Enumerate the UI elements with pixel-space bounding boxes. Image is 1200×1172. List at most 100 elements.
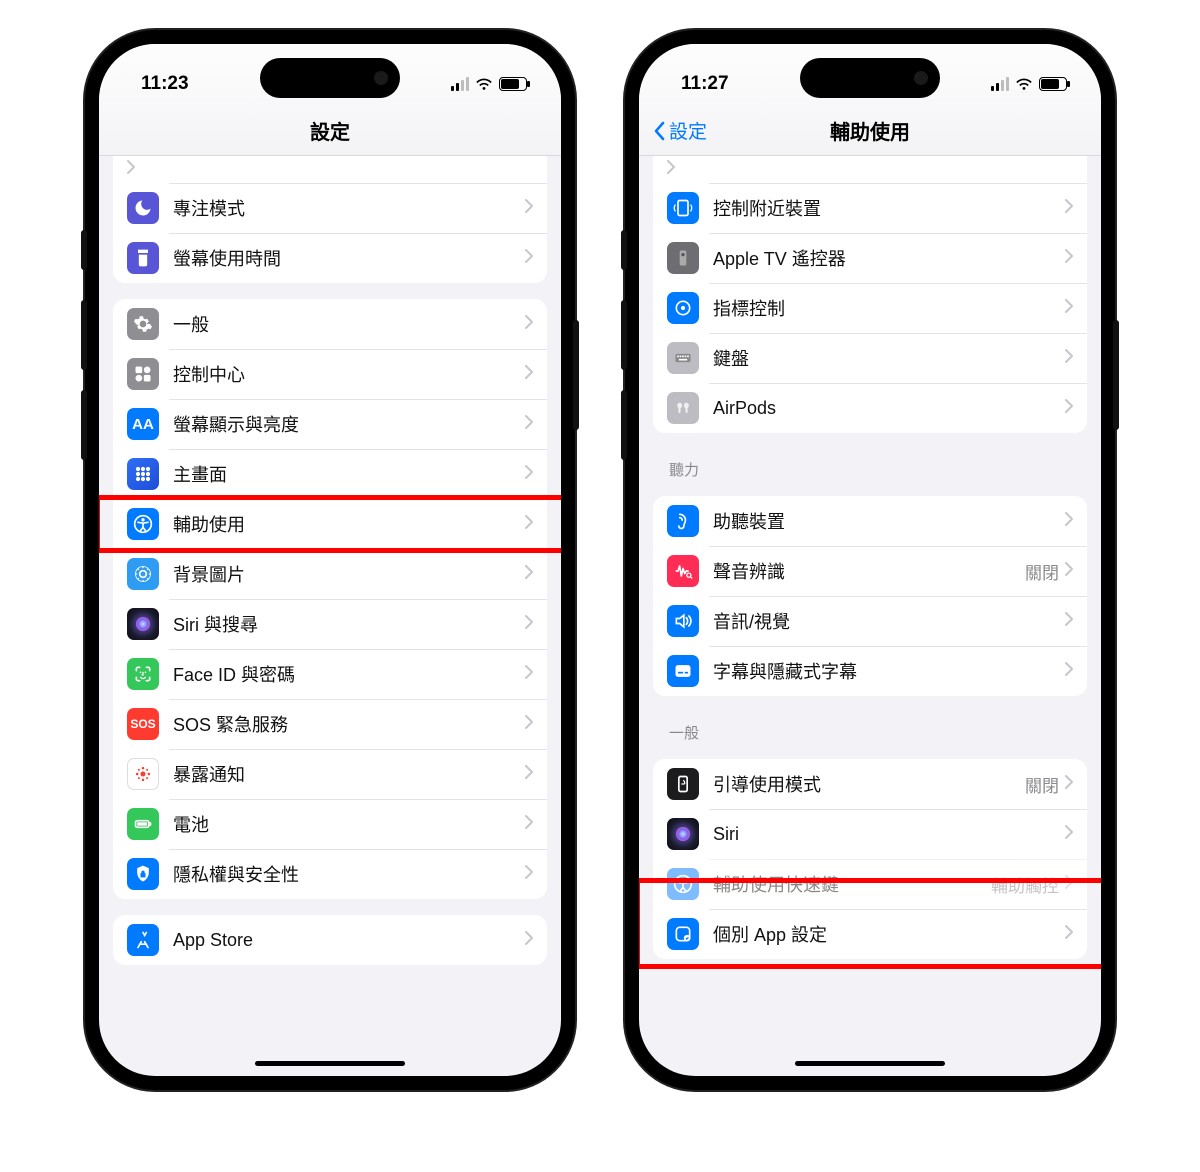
control-center-icon — [127, 358, 159, 390]
partial-row[interactable] — [113, 156, 547, 183]
exposure-icon — [127, 758, 159, 790]
sound-recog-icon — [667, 555, 699, 587]
siri-icon — [667, 818, 699, 850]
chevron-right-icon — [1065, 562, 1073, 581]
hearing-icon — [667, 505, 699, 537]
settings-row[interactable]: 隱私權與安全性 — [113, 849, 547, 899]
settings-row[interactable]: 音訊/視覺 — [653, 596, 1087, 646]
chevron-right-icon — [1065, 199, 1073, 218]
row-label: 暴露通知 — [173, 761, 525, 787]
chevron-right-icon — [1065, 512, 1073, 531]
settings-group: 助聽裝置聲音辨識關閉音訊/視覺字幕與隱藏式字幕 — [653, 496, 1087, 696]
row-label: 輔助使用快速鍵 — [713, 871, 991, 897]
dynamic-island — [800, 58, 940, 98]
row-value: 關閉 — [1025, 559, 1059, 584]
settings-group: 引導使用模式關閉 Siri 輔助使用快速鍵輔助觸控個別 App 設定 — [653, 759, 1087, 959]
row-label: 專注模式 — [173, 195, 525, 221]
chevron-right-icon — [1065, 299, 1073, 318]
section-header: 聽力 — [669, 459, 1071, 480]
chevron-right-icon — [525, 199, 533, 218]
chevron-right-icon — [1065, 612, 1073, 631]
chevron-right-icon — [1065, 249, 1073, 268]
settings-row[interactable]: 字幕與隱藏式字幕 — [653, 646, 1087, 696]
settings-row[interactable]: Apple TV 遙控器 — [653, 233, 1087, 283]
appletv-icon — [667, 242, 699, 274]
chevron-right-icon — [127, 160, 135, 179]
chevron-right-icon — [525, 315, 533, 334]
wifi-icon — [475, 77, 493, 91]
settings-group: App Store — [113, 915, 547, 965]
chevron-right-icon — [1065, 399, 1073, 418]
settings-row[interactable]: 助聽裝置 — [653, 496, 1087, 546]
row-label: 字幕與隱藏式字幕 — [713, 658, 1065, 684]
power-button — [573, 320, 579, 430]
audio-visual-icon — [667, 605, 699, 637]
row-label: 音訊/視覺 — [713, 608, 1065, 634]
settings-row[interactable]: 背景圖片 — [113, 549, 547, 599]
screentime-icon — [127, 242, 159, 274]
shortcut-icon — [667, 868, 699, 900]
airpods-icon — [667, 392, 699, 424]
status-time: 11:27 — [681, 73, 729, 95]
settings-row[interactable]: AA螢幕顯示與亮度 — [113, 399, 547, 449]
settings-row[interactable]: 指標控制 — [653, 283, 1087, 333]
row-label: Siri — [713, 824, 1065, 845]
phone-right: 11:27 設定 輔助使用 控制附近裝置 Apple TV 遙控器指標控制鍵盤 Ai… — [625, 30, 1115, 1090]
chevron-right-icon — [667, 160, 675, 179]
dynamic-island — [260, 58, 400, 98]
row-label: 電池 — [173, 811, 525, 837]
settings-row[interactable]: Siri — [653, 809, 1087, 859]
general-icon — [127, 308, 159, 340]
row-label: 一般 — [173, 311, 525, 337]
volume-up — [81, 300, 87, 370]
guided-icon — [667, 768, 699, 800]
settings-row[interactable]: 輔助使用快速鍵輔助觸控 — [653, 859, 1087, 909]
settings-row[interactable]: 聲音辨識關閉 — [653, 546, 1087, 596]
settings-row[interactable]: 控制附近裝置 — [653, 183, 1087, 233]
row-label: 助聽裝置 — [713, 508, 1065, 534]
chevron-right-icon — [1065, 662, 1073, 681]
settings-row[interactable]: 個別 App 設定 — [653, 909, 1087, 959]
settings-row[interactable]: 引導使用模式關閉 — [653, 759, 1087, 809]
row-label: 主畫面 — [173, 461, 525, 487]
mute-switch — [621, 230, 627, 270]
settings-row[interactable]: AirPods — [653, 383, 1087, 433]
chevron-right-icon — [1065, 349, 1073, 368]
nav-bar: 設定 — [99, 106, 561, 156]
status-time: 11:23 — [141, 73, 189, 95]
row-label: 引導使用模式 — [713, 771, 1025, 797]
page-title: 設定 — [310, 116, 350, 145]
back-button[interactable]: 設定 — [653, 117, 707, 144]
chevron-right-icon — [525, 249, 533, 268]
volume-up — [621, 300, 627, 370]
settings-row[interactable]: Siri 與搜尋 — [113, 599, 547, 649]
settings-row[interactable]: 控制中心 — [113, 349, 547, 399]
settings-row[interactable]: 主畫面 — [113, 449, 547, 499]
battery-icon — [1039, 77, 1067, 91]
wifi-icon — [1015, 77, 1033, 91]
settings-row[interactable]: 一般 — [113, 299, 547, 349]
nav-bar: 設定 輔助使用 — [639, 106, 1101, 156]
settings-row[interactable]: 輔助使用 — [113, 499, 547, 549]
settings-row[interactable]: 專注模式 — [113, 183, 547, 233]
settings-row[interactable]: 螢幕使用時間 — [113, 233, 547, 283]
mute-switch — [81, 230, 87, 270]
settings-row[interactable]: 鍵盤 — [653, 333, 1087, 383]
settings-row[interactable]: SOSSOS 緊急服務 — [113, 699, 547, 749]
settings-row[interactable]: App Store — [113, 915, 547, 965]
chevron-right-icon — [525, 931, 533, 950]
faceid-icon — [127, 658, 159, 690]
row-label: SOS 緊急服務 — [173, 711, 525, 737]
row-label: Apple TV 遙控器 — [713, 245, 1065, 271]
keyboard-icon — [667, 342, 699, 374]
row-label: 控制中心 — [173, 361, 525, 387]
focus-icon — [127, 192, 159, 224]
row-label: 鍵盤 — [713, 345, 1065, 371]
settings-row[interactable]: 暴露通知 — [113, 749, 547, 799]
row-label: Face ID 與密碼 — [173, 661, 525, 687]
partial-row[interactable] — [653, 156, 1087, 183]
row-label: 聲音辨識 — [713, 558, 1025, 584]
settings-row[interactable]: 電池 — [113, 799, 547, 849]
settings-row[interactable]: Face ID 與密碼 — [113, 649, 547, 699]
settings-group: 一般控制中心 AA螢幕顯示與亮度主畫面輔助使用背景圖片Siri 與搜尋 Face I… — [113, 299, 547, 899]
